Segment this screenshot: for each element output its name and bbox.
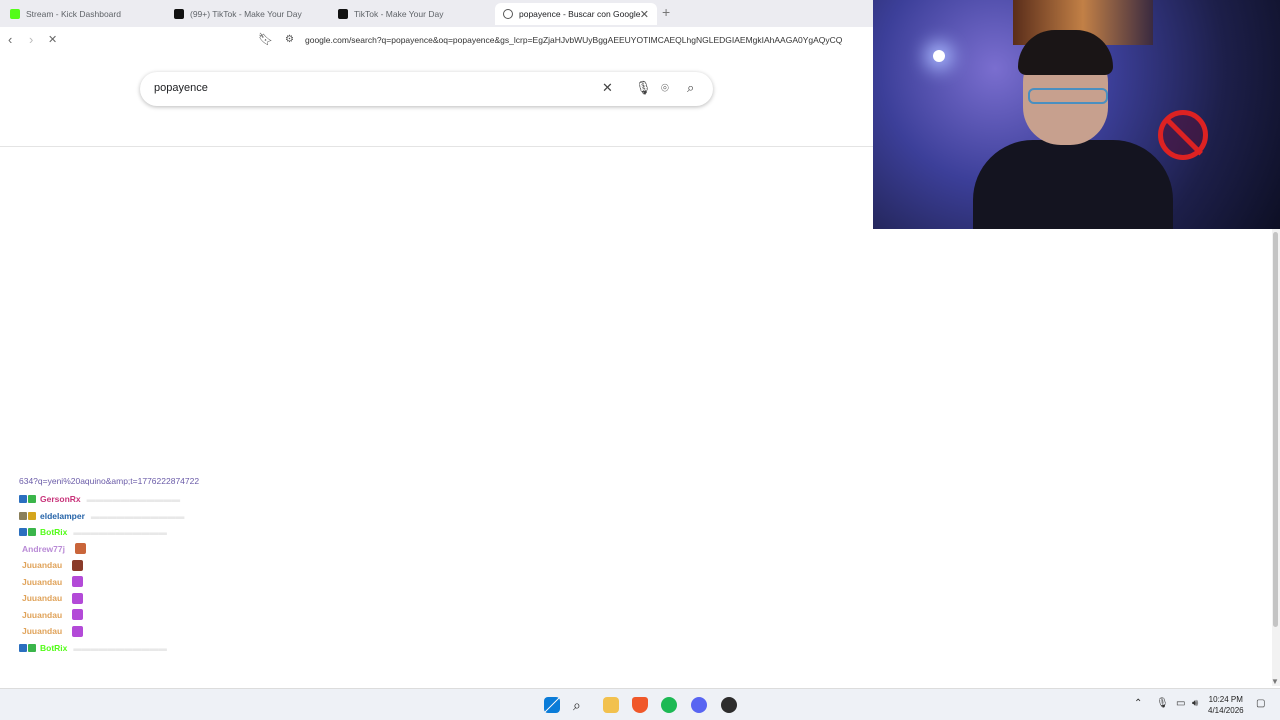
chat-emote-icon (72, 559, 84, 571)
chat-message: eldelamper ▬▬▬▬▬▬▬▬▬▬▬ (19, 508, 479, 525)
date: 4/14/2026 (1208, 706, 1244, 715)
chat-badge-icon (19, 528, 27, 537)
close-tab-icon[interactable]: ✕ (640, 8, 649, 21)
background-light (933, 50, 945, 62)
chat-message: Juuandau (19, 574, 479, 591)
chat-badge-icon (19, 643, 27, 652)
back-icon[interactable]: ‹ (8, 32, 12, 47)
tab-title: Stream - Kick Dashboard (26, 9, 121, 19)
divider (0, 146, 873, 147)
chat-message: Juuandau (19, 557, 479, 574)
no-symbol-sign (1158, 110, 1208, 160)
chat-message-text: ▬▬▬▬▬▬▬▬▬▬▬ (73, 642, 167, 653)
chat-emote-icon (72, 625, 84, 637)
chat-message-text: ▬▬▬▬▬▬▬▬▬▬▬ (73, 527, 167, 538)
windows-start-icon[interactable] (544, 697, 560, 713)
chat-username: GersonRx (40, 494, 81, 505)
microphone-icon[interactable]: 🎙︎ (635, 80, 652, 96)
stop-loading-icon[interactable]: ✕ (48, 33, 57, 46)
bookmark-icon[interactable]: 🔖︎ (258, 32, 273, 46)
chat-message: Andrew77j (19, 541, 479, 558)
scrollbar-thumb[interactable] (1273, 232, 1278, 627)
clear-icon[interactable]: ✕ (602, 80, 613, 96)
discord-icon[interactable] (691, 697, 707, 713)
chat-messages: GersonRx ▬▬▬▬▬▬▬▬▬▬▬ eldelamper ▬▬▬▬▬▬▬▬▬▬▬… (19, 491, 479, 656)
chat-emote-icon (72, 592, 84, 604)
chat-message: Juuandau (19, 623, 479, 640)
chat-username: Andrew77j (22, 543, 65, 554)
chat-username: Juuandau (22, 593, 63, 604)
chat-username: eldelamper (40, 510, 85, 521)
webcam-overlay (873, 0, 1280, 229)
scroll-down-arrow[interactable]: ▼ (1271, 677, 1279, 686)
tab-tiktok[interactable]: TikTok - Make Your Day (330, 3, 495, 25)
chat-username: Juuandau (22, 576, 63, 587)
loading-icon (503, 9, 513, 19)
streamer-hair (1018, 30, 1113, 75)
app-icon[interactable] (721, 697, 737, 713)
new-tab-button[interactable]: + (662, 4, 670, 20)
tab-google-search[interactable]: popayence - Buscar con Google ✕ (495, 3, 657, 25)
notifications-icon[interactable]: ▢ (1256, 698, 1265, 709)
volume-icon[interactable]: 🔊︎ (1192, 698, 1198, 709)
chat-message-text: ▬▬▬▬▬▬▬▬▬▬▬ (90, 510, 185, 521)
chat-emote-icon (72, 576, 84, 588)
chat-message: GersonRx ▬▬▬▬▬▬▬▬▬▬▬ (19, 491, 479, 508)
chat-message: BotRix ▬▬▬▬▬▬▬▬▬▬▬ (19, 640, 479, 657)
spotify-icon[interactable] (661, 697, 677, 713)
chat-badge-icon (28, 511, 36, 520)
tiktok-icon (338, 9, 348, 19)
tab-title: popayence - Buscar con Google (519, 9, 641, 19)
chat-link-text: 634?q=yeni%20aquino&amp;t=1776222874722 (19, 476, 200, 486)
chat-username: Juuandau (22, 626, 63, 637)
brave-icon[interactable] (632, 697, 648, 713)
forward-icon[interactable]: › (29, 32, 33, 47)
search-box[interactable]: popayence ✕ 🎙︎ ⌾ ⌕ (140, 72, 713, 106)
chat-message-text: ▬▬▬▬▬▬▬▬▬▬▬ (86, 494, 181, 505)
tab-kick-dashboard[interactable]: Stream - Kick Dashboard (2, 3, 167, 25)
chat-badge-icon (28, 643, 36, 652)
camera-search-icon[interactable]: ⌾ (661, 80, 669, 96)
chat-message: Juuandau (19, 590, 479, 607)
tab-title: (99+) TikTok - Make Your Day (190, 9, 302, 19)
tab-tiktok-notifications[interactable]: (99+) TikTok - Make Your Day (166, 3, 331, 25)
site-settings-icon[interactable]: ⚙ (285, 34, 294, 45)
chat-overlay: 634?q=yeni%20aquino&amp;t=1776222874722 … (19, 476, 479, 656)
system-clock[interactable]: 10:24 PM 4/14/2026 (1208, 694, 1244, 716)
chat-badge-icon (19, 511, 27, 520)
search-icon[interactable]: ⌕ (687, 80, 694, 96)
taskbar: ⌕ ⌃ 🎙︎ ▭ 🔊︎ 10:24 PM 4/14/2026 ▢ (0, 688, 1280, 720)
chat-badge-icon (28, 495, 36, 504)
page-scrollbar[interactable] (1272, 229, 1280, 686)
chat-emote-icon (75, 543, 86, 555)
network-icon[interactable]: ▭ (1176, 698, 1185, 709)
streamer-body (973, 140, 1173, 229)
chat-badge-icon (19, 495, 27, 504)
address-bar[interactable]: google.com/search?q=popayence&oq=popayen… (305, 35, 842, 45)
chat-badge-icon (28, 528, 36, 537)
microphone-tray-icon[interactable]: 🎙︎ (1156, 698, 1169, 709)
file-explorer-icon[interactable] (603, 697, 619, 713)
glasses (1028, 88, 1108, 104)
show-hidden-icons-icon[interactable]: ⌃ (1134, 698, 1142, 709)
tiktok-icon (174, 9, 184, 19)
chat-username: BotRix (40, 527, 68, 538)
chat-username: BotRix (40, 642, 68, 653)
search-icon[interactable]: ⌕ (573, 697, 589, 713)
chat-username: Juuandau (22, 560, 63, 571)
chat-message: BotRix ▬▬▬▬▬▬▬▬▬▬▬ (19, 524, 479, 541)
chat-emote-icon (72, 609, 84, 621)
tab-title: TikTok - Make Your Day (354, 9, 444, 19)
time: 10:24 PM (1208, 695, 1243, 704)
kick-icon (10, 9, 20, 19)
chat-username: Juuandau (22, 609, 63, 620)
search-input[interactable]: popayence (154, 82, 208, 94)
chat-message: Juuandau (19, 607, 479, 624)
